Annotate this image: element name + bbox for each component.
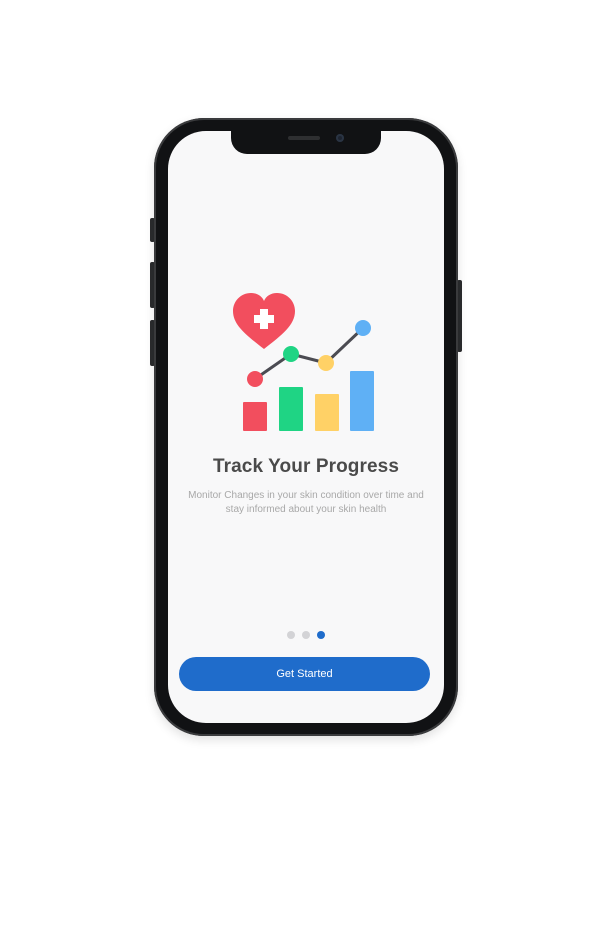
heart-plus-icon — [233, 293, 295, 349]
front-camera — [336, 134, 344, 142]
page-dot-2[interactable] — [302, 631, 310, 639]
page-dot-1[interactable] — [287, 631, 295, 639]
get-started-button[interactable]: Get Started — [179, 657, 430, 691]
phone-screen: Track Your Progress Monitor Changes in y… — [168, 131, 444, 723]
page-indicator — [168, 631, 444, 639]
onboarding-subtitle: Monitor Changes in your skin condition o… — [188, 490, 424, 515]
notch — [231, 131, 381, 154]
stage: Track Your Progress Monitor Changes in y… — [0, 0, 610, 934]
onboarding-title: Track Your Progress — [212, 456, 399, 477]
speaker — [288, 136, 320, 140]
progress-chart-icon — [233, 293, 374, 431]
page-dot-3[interactable] — [317, 631, 325, 639]
